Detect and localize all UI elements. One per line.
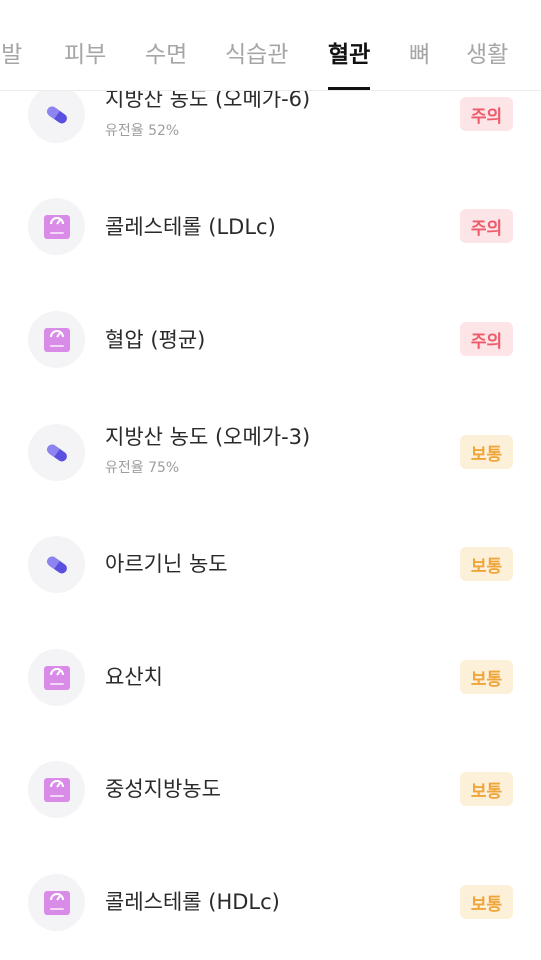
item-title: 중성지방농도	[105, 777, 221, 801]
tab-sleep[interactable]: 수면	[145, 40, 187, 76]
active-tab-indicator	[328, 87, 371, 90]
list-item[interactable]: 지방산 농도 (오메가-3) 유전율 75% 보통	[0, 396, 541, 508]
tab-skin[interactable]: 피부	[64, 40, 106, 76]
list-item[interactable]: 혈압 (평균) 주의	[0, 283, 541, 395]
list-item[interactable]: 아르기닌 농도 보통	[0, 508, 541, 620]
list-item[interactable]: 요산치 보통	[0, 621, 541, 733]
scale-icon	[28, 311, 85, 368]
pill-icon	[28, 86, 85, 143]
pill-icon	[28, 424, 85, 481]
scale-icon	[28, 874, 85, 931]
scale-icon	[28, 761, 85, 818]
list-item[interactable]: 콜레스테롤 (HDLc) 보통	[0, 846, 541, 958]
item-title: 콜레스테롤 (HDLc)	[105, 890, 280, 914]
tab-diet[interactable]: 식습관	[225, 40, 288, 76]
status-badge: 주의	[460, 97, 513, 131]
tab-blood-vessel[interactable]: 혈관	[328, 40, 371, 90]
item-subtitle: 유전율 75%	[105, 460, 180, 476]
item-title: 지방산 농도 (오메가-3)	[105, 425, 311, 449]
status-badge: 보통	[460, 547, 513, 581]
list-item[interactable]: 중성지방농도 보통	[0, 733, 541, 845]
item-title: 콜레스테롤 (LDLc)	[105, 215, 276, 239]
item-title: 아르기닌 농도	[105, 552, 228, 576]
status-badge: 주의	[460, 209, 513, 243]
scale-icon	[28, 649, 85, 706]
tab-bone[interactable]: 뼈	[409, 40, 430, 76]
status-badge: 보통	[460, 885, 513, 919]
trait-list: 지방산 농도 (오메가-6) 유전율 52% 주의 콜레스테롤 (LDLc) 주…	[0, 0, 541, 960]
category-tab-bar: 모발 피부 수면 식습관 혈관 뼈 생활	[0, 0, 541, 91]
status-badge: 보통	[460, 435, 513, 469]
item-title: 혈압 (평균)	[105, 328, 206, 352]
status-badge: 보통	[460, 660, 513, 694]
tab-hair[interactable]: 모발	[0, 40, 22, 76]
item-title: 요산치	[105, 665, 163, 689]
list-item[interactable]: 콜레스테롤 (LDLc) 주의	[0, 170, 541, 282]
item-subtitle: 유전율 52%	[105, 123, 180, 139]
status-badge: 보통	[460, 772, 513, 806]
status-badge: 주의	[460, 322, 513, 356]
scale-icon	[28, 198, 85, 255]
tab-lifestyle[interactable]: 생활	[466, 40, 508, 76]
tab-blood-vessel-label: 혈관	[328, 42, 371, 68]
pill-icon	[28, 536, 85, 593]
